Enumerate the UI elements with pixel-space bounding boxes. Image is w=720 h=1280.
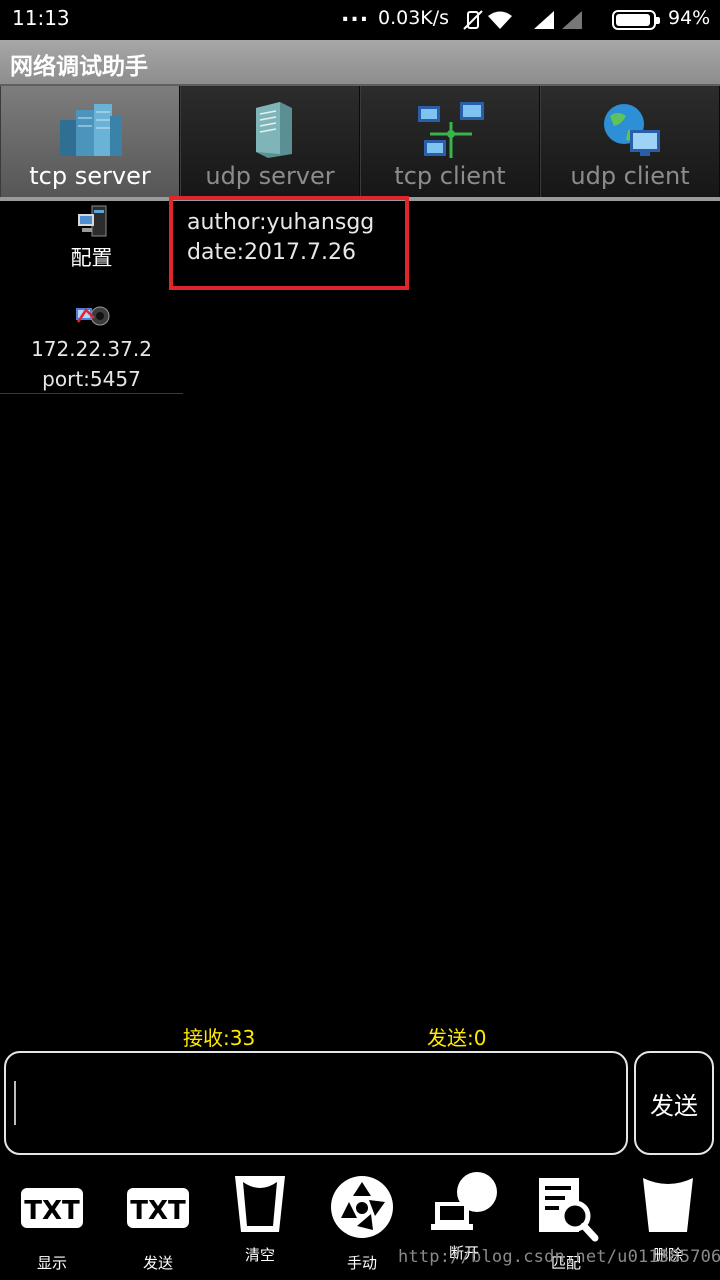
network-computers-icon [418,102,484,158]
disconnect-icon [431,1172,497,1230]
toolbar-send-button[interactable]: TXT 发送 [106,1160,210,1280]
aperture-icon [331,1176,393,1238]
text-caret [14,1081,16,1125]
message-date: date:2017.7.26 [187,240,356,265]
tab-tcp-server[interactable]: tcp server [0,86,180,199]
send-counter: 发送:0 [427,1026,487,1050]
status-time: 11:13 [12,6,70,30]
watermark-text: http://blog.csdn.net/u011385706 [398,1247,720,1267]
tab-label: udp server [205,162,335,190]
globe-computer-icon [604,104,660,156]
toolbar-label: 发送 [142,1254,173,1272]
received-message-box: author:yuhansgg date:2017.7.26 [169,196,409,290]
svg-text:TXT: TXT [24,1196,80,1226]
server-port: port:5457 [42,367,141,391]
config-computer-icon[interactable] [74,204,110,238]
send-button[interactable]: 发送 [634,1051,714,1155]
server-cluster-icon [60,104,122,156]
vibrate-off-icon [463,10,483,30]
document-search-icon [539,1178,599,1242]
server-tower-icon [256,102,292,158]
tab-tcp-client[interactable]: tcp client [360,86,540,199]
config-button[interactable]: 配置 [0,242,183,272]
toolbar-label: 显示 [36,1254,67,1272]
toolbar-display-button[interactable]: TXT 显示 [0,1160,104,1280]
tab-udp-client[interactable]: udp client [540,86,720,199]
txt-display-icon: TXT [21,1188,83,1228]
svg-text:TXT: TXT [130,1196,186,1226]
tab-label: tcp client [394,162,506,190]
status-icons [463,10,582,30]
signal-icon-2 [562,11,582,29]
message-author: author:yuhansgg [187,210,375,235]
signal-icon [534,11,554,29]
status-dots: ... [341,2,370,27]
clear-cup-icon [235,1176,285,1232]
tab-udp-server[interactable]: udp server [180,86,360,199]
app-title: 网络调试助手 [10,54,148,80]
toolbar-label: 清空 [244,1246,275,1264]
wifi-icon [488,11,512,29]
tab-label: tcp server [29,162,151,190]
tab-label: udp client [570,162,690,190]
txt-send-icon: TXT [127,1188,189,1228]
server-panel: 配置 172.22.37.2 port:5457 [0,201,183,394]
app-title-bar: 网络调试助手 [0,40,720,86]
battery-percent: 94% [668,7,711,29]
connection-icon [76,306,110,326]
delete-cup-icon [643,1178,693,1232]
battery-icon [612,10,660,30]
status-network-speed: 0.03K/s [378,7,450,29]
server-ip: 172.22.37.2 [31,337,152,361]
receive-counter: 接收:33 [183,1026,256,1050]
tab-bar: tcp server udp server tcp client udp cli… [0,86,720,199]
status-bar: 11:13 ... 0.03K/s 94% [0,0,720,40]
toolbar-clear-button[interactable]: 清空 [208,1160,312,1280]
send-input[interactable] [4,1051,628,1155]
